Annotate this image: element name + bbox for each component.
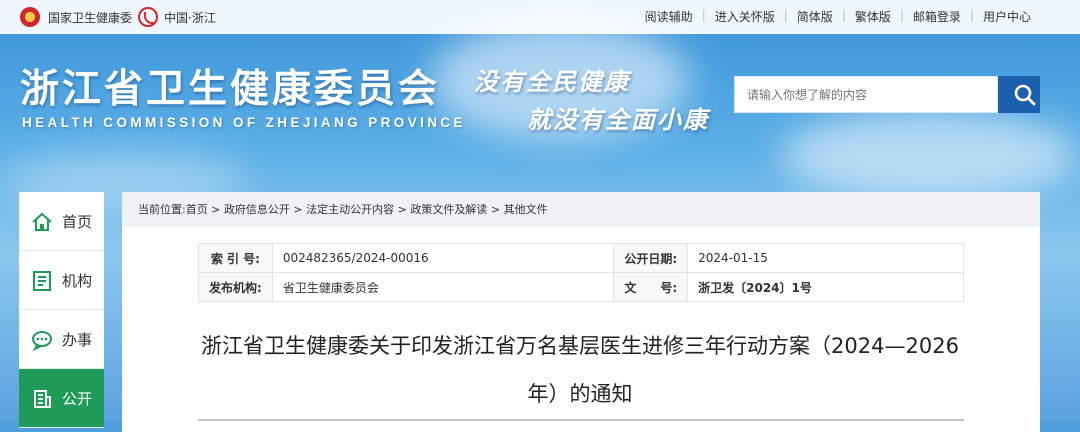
nav-label: 机构 (62, 272, 93, 290)
nav-item-open-government[interactable]: 公开 (19, 369, 104, 428)
breadcrumb-separator: > (487, 203, 504, 216)
china-zhejiang-link[interactable]: 中国·浙江 (164, 9, 216, 26)
site-title[interactable]: 浙江省卫生健康委员会 (20, 58, 440, 114)
service-chat-icon (32, 331, 52, 351)
content-panel: 当前位置:首页 > 政府信息公开 > 法定主动公开内容 > 政策文件及解读 > … (122, 192, 1040, 432)
nav-item-home[interactable]: 首页 (19, 192, 104, 251)
cloud-decoration (780, 110, 1080, 200)
email-login-link[interactable]: 邮箱登录 (904, 8, 970, 25)
home-icon (32, 212, 52, 231)
china-zhejiang-logo-icon (138, 7, 158, 27)
user-center-link[interactable]: 用户中心 (974, 8, 1040, 25)
breadcrumb-item-gov-info[interactable]: 政府信息公开 (224, 203, 290, 216)
national-health-commission-link[interactable]: 国家卫生健康委 (48, 9, 132, 26)
slogan-line-1: 没有全民健康 (474, 67, 630, 96)
building-icon (34, 390, 51, 408)
search-input[interactable] (734, 76, 998, 113)
search-icon (1014, 84, 1036, 106)
document-title: 浙江省卫生健康委关于印发浙江省万名基层医生进修三年行动方案（2024—2026 … (188, 322, 972, 418)
index-number-label: 索 引 号: (198, 243, 273, 273)
nav-label: 办事 (62, 331, 93, 349)
breadcrumb-separator: > (289, 203, 307, 216)
national-emblem-icon (20, 7, 40, 27)
issuer-value: 省卫生健康委员会 (271, 272, 615, 302)
breadcrumb-item-other[interactable]: 其他文件 (504, 203, 548, 216)
side-navigation: 首页 机构 办事 公开 (19, 192, 104, 428)
breadcrumb-separator: > (207, 203, 224, 216)
publish-date-value: 2024-01-15 (687, 243, 964, 273)
issuer-label: 发布机构: (198, 272, 273, 302)
document-number-label: 文 号: (613, 272, 689, 302)
breadcrumb-separator: > (394, 203, 411, 216)
document-title-line-1: 浙江省卫生健康委关于印发浙江省万名基层医生进修三年行动方案（2024—2026 (201, 334, 959, 358)
traditional-chinese-link[interactable]: 繁体版 (846, 8, 900, 25)
reading-aid-link[interactable]: 阅读辅助 (636, 8, 702, 25)
top-links: 阅读辅助 | 进入关怀版 | 简体版 | 繁体版 | 邮箱登录 | 用户中心 (636, 8, 1040, 25)
breadcrumb-item-statutory[interactable]: 法定主动公开内容 (306, 203, 394, 216)
document-title-line-2: 年）的通知 (527, 382, 633, 406)
breadcrumb: 当前位置:首页 > 政府信息公开 > 法定主动公开内容 > 政策文件及解读 > … (122, 192, 1040, 227)
top-utility-bar: 国家卫生健康委 中国·浙江 阅读辅助 | 进入关怀版 | 简体版 | 繁体版 | 邮箱登… (0, 0, 1080, 34)
nav-item-institution[interactable]: 机构 (19, 251, 104, 310)
institution-icon (33, 271, 51, 291)
publish-date-label: 公开日期: (613, 243, 689, 273)
nav-label: 公开 (62, 390, 93, 408)
care-mode-link[interactable]: 进入关怀版 (706, 8, 784, 25)
site-subtitle: HEALTH COMMISSION OF ZHEJIANG PROVINCE (22, 115, 466, 130)
search-button[interactable] (998, 76, 1040, 113)
document-number-value: 浙卫发〔2024〕1号 (687, 272, 964, 302)
breadcrumb-item-home[interactable]: 首页 (186, 203, 208, 216)
simplified-chinese-link[interactable]: 简体版 (788, 8, 842, 25)
index-number-value: 002482365/2024-00016 (271, 243, 615, 273)
breadcrumb-item-policy[interactable]: 政策文件及解读 (410, 203, 487, 216)
slogan-line-2: 就没有全面小康 (527, 105, 709, 134)
nav-item-service[interactable]: 办事 (19, 310, 104, 369)
breadcrumb-prefix: 当前位置: (138, 203, 186, 216)
document-meta-table: 索 引 号: 002482365/2024-00016 公开日期: 2024-0… (198, 243, 964, 302)
nav-label: 首页 (62, 213, 93, 231)
